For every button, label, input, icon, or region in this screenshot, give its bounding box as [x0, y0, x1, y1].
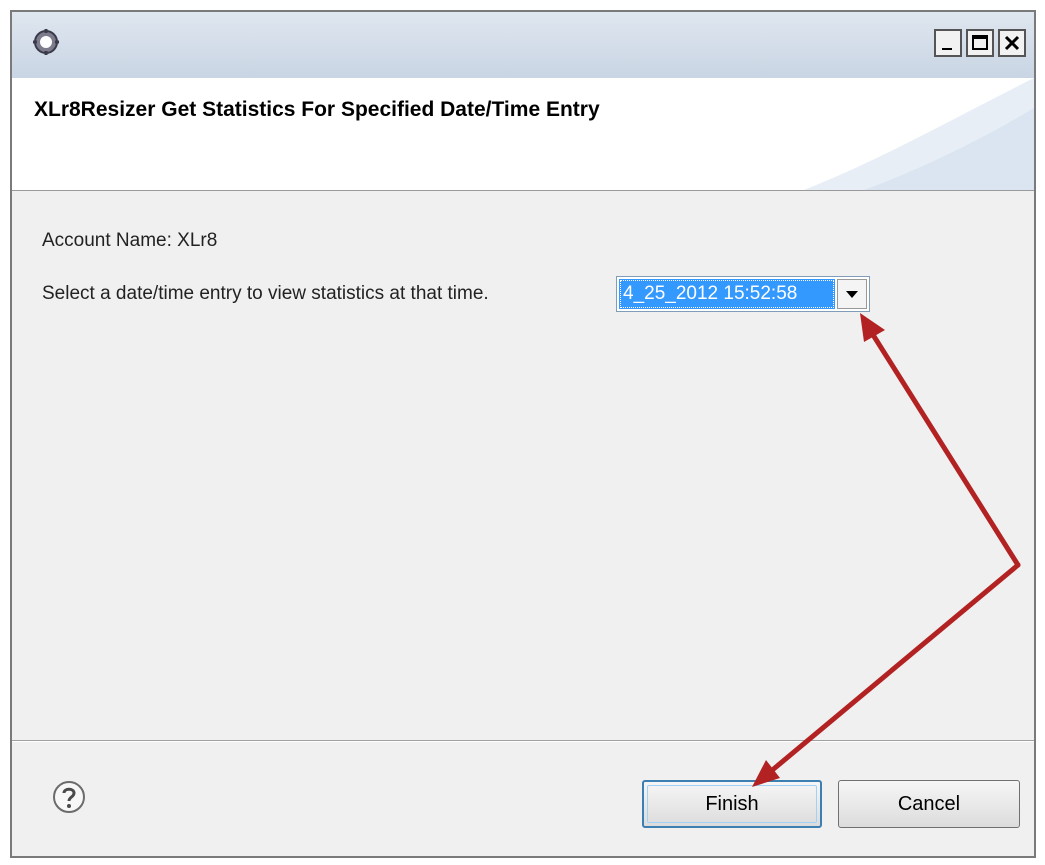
date-time-dropdown-button[interactable] [837, 279, 867, 309]
finish-button[interactable]: Finish [642, 780, 822, 828]
title-bar[interactable] [12, 12, 1034, 78]
header-decoration [804, 78, 1034, 190]
chevron-down-icon [838, 291, 866, 312]
help-icon[interactable] [52, 780, 86, 814]
close-button[interactable] [998, 29, 1026, 57]
page-title: XLr8Resizer Get Statistics For Specified… [34, 98, 600, 121]
dialog-header: XLr8Resizer Get Statistics For Specified… [12, 78, 1034, 191]
cancel-button[interactable]: Cancel [838, 780, 1020, 828]
dialog-window: XLr8Resizer Get Statistics For Specified… [10, 10, 1036, 858]
account-name-label: Account Name: XLr8 [42, 230, 218, 251]
maximize-button[interactable] [966, 29, 994, 57]
footer-divider [12, 740, 1034, 742]
select-prompt-label: Select a date/time entry to view statist… [42, 283, 489, 304]
gear-icon [32, 28, 60, 56]
date-time-select[interactable]: 4_25_2012 15:52:58 [616, 276, 870, 312]
minimize-button[interactable] [934, 29, 962, 57]
date-time-selected-value[interactable]: 4_25_2012 15:52:58 [619, 279, 835, 309]
